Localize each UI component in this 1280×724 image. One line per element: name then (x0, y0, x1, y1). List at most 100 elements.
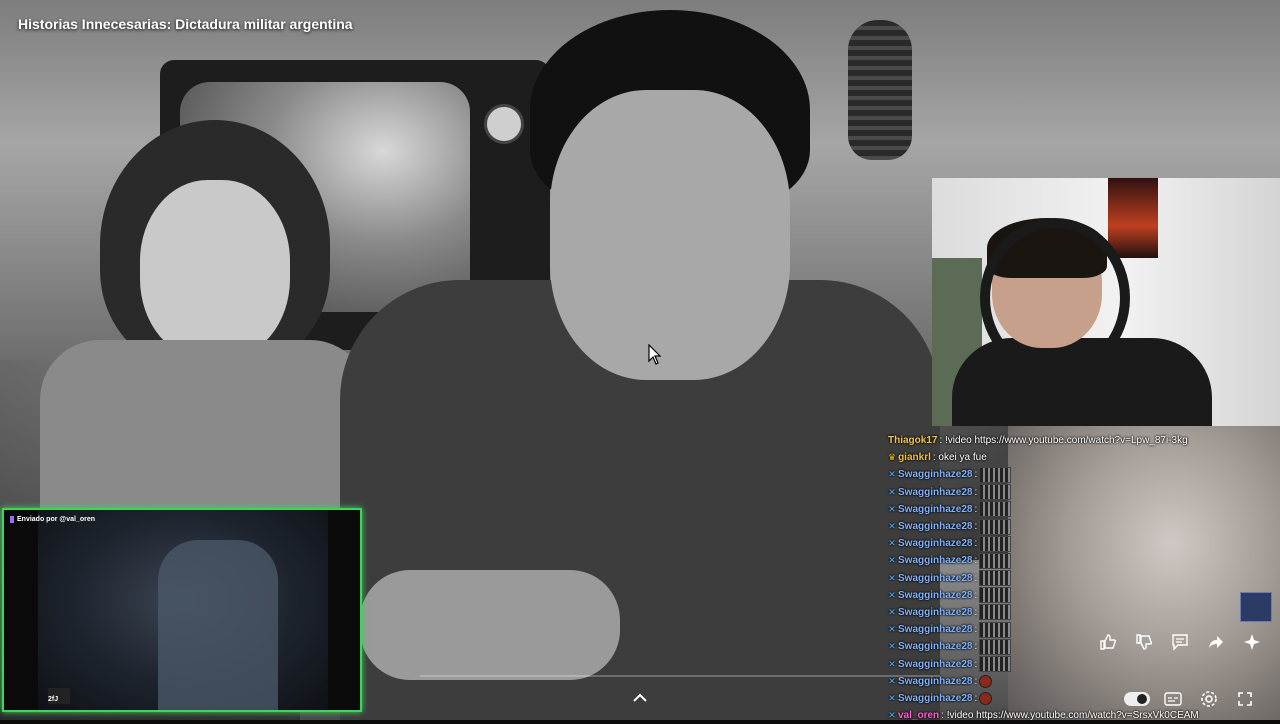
chat-username[interactable]: Swagginhaze28 (898, 518, 972, 535)
chat-text: : (974, 521, 978, 533)
sword-badge-icon: ✕ (888, 503, 896, 514)
side-badge (1240, 592, 1272, 622)
chat-text: : (974, 486, 978, 498)
chat-emote-icon (979, 587, 1012, 604)
chat-username[interactable]: Swagginhaze28 (898, 552, 972, 569)
chat-username[interactable]: Swagginhaze28 (898, 604, 972, 621)
clip-figure (158, 540, 278, 710)
chat-emote-icon (979, 674, 993, 688)
chat-text: : (974, 692, 978, 704)
chat-emote-icon (979, 691, 993, 705)
sword-badge-icon: ✕ (888, 658, 896, 669)
chat-username[interactable]: Swagginhaze28 (898, 656, 972, 673)
chat-username[interactable]: giankrl (898, 449, 931, 466)
clip-sender: Enviado por @val_oren (17, 516, 96, 523)
chevron-up-icon[interactable] (626, 686, 654, 710)
chat-username[interactable]: Swagginhaze28 (898, 621, 972, 638)
sword-badge-icon: ✕ (888, 692, 896, 703)
clip-header: Enviado por @val_oren (10, 516, 95, 523)
chat-message: ✕ Swagginhaze28: (888, 655, 1218, 673)
chat-username[interactable]: Swagginhaze28 (898, 535, 972, 552)
chat-username[interactable]: Swagginhaze28 (898, 638, 972, 655)
chat-message: Thiagok17: !video https://www.youtube.co… (888, 432, 1218, 449)
sword-badge-icon: ✕ (888, 521, 896, 532)
sword-badge-icon: ✕ (888, 641, 896, 652)
chat-emote-icon (979, 466, 1012, 483)
sword-badge-icon: ✕ (888, 486, 896, 497)
chat-overlay: Thiagok17: !video https://www.youtube.co… (888, 432, 1218, 724)
chat-username[interactable]: val_oren (898, 707, 939, 724)
chat-message: ✕ Swagginhaze28: (888, 552, 1218, 569)
chat-text: : (974, 572, 978, 584)
chat-text: : (974, 641, 978, 653)
chat-emote-icon (979, 604, 1012, 621)
sword-badge-icon: ✕ (888, 589, 896, 600)
clip-player[interactable]: Enviado por @val_oren 2fJ (2, 508, 362, 712)
clip-logo-text: 2fJ (48, 696, 59, 703)
chat-emote-icon (979, 638, 1012, 655)
clip-video (38, 510, 328, 710)
chat-text: : (974, 469, 978, 481)
girl-face (140, 180, 290, 360)
chat-username[interactable]: Swagginhaze28 (898, 570, 972, 587)
video-title: Historias Innecesarias: Dictadura milita… (18, 16, 353, 32)
chat-text: : (974, 538, 978, 550)
chat-text: : okei ya fue (932, 452, 987, 464)
chat-emote-icon (979, 656, 1012, 673)
chat-emote-icon (979, 518, 1012, 535)
sword-badge-icon: ✕ (888, 624, 896, 635)
man-face (550, 90, 790, 380)
captions-icon[interactable] (1160, 686, 1186, 712)
chat-text: : (974, 589, 978, 601)
chat-message: ✕ Swagginhaze28: (888, 466, 1218, 483)
chat-text: : (974, 503, 978, 515)
chat-text: : !video https://www.youtube.com/watch?v… (939, 435, 1188, 447)
autoplay-toggle[interactable] (1124, 686, 1150, 712)
chat-emote-icon (979, 501, 1012, 518)
chat-username[interactable]: Swagginhaze28 (898, 690, 972, 707)
chat-emote-icon (979, 484, 1012, 501)
chat-message: ♛ giankrl: okei ya fue (888, 449, 1218, 466)
sword-badge-icon: ✕ (888, 469, 896, 480)
chat-emote-icon (979, 621, 1012, 638)
thumbs-up-icon[interactable] (1096, 630, 1120, 654)
chat-text: : (974, 624, 978, 636)
chat-message: ✕ Swagginhaze28: (888, 604, 1218, 621)
chat-text: : (974, 555, 978, 567)
chat-message: ✕ Swagginhaze28: (888, 587, 1218, 604)
chat-emote-icon (979, 570, 1012, 587)
sparkle-icon[interactable] (1240, 630, 1264, 654)
chat-username[interactable]: Swagginhaze28 (898, 484, 972, 501)
chat-message: ✕ Swagginhaze28: (888, 518, 1218, 535)
crown-badge-icon: ♛ (888, 452, 897, 463)
fullscreen-icon[interactable] (1232, 686, 1258, 712)
headphones-icon (980, 218, 1130, 378)
webcam-feed (932, 178, 1280, 426)
thumbs-down-icon[interactable] (1132, 630, 1156, 654)
comment-icon[interactable] (1168, 630, 1192, 654)
chat-username[interactable]: Swagginhaze28 (898, 587, 972, 604)
chat-message: ✕ Swagginhaze28: (888, 535, 1218, 552)
share-icon[interactable] (1204, 630, 1228, 654)
chat-username[interactable]: Swagginhaze28 (898, 466, 972, 483)
chat-text: : (974, 658, 978, 670)
progress-bar[interactable] (420, 675, 940, 677)
chat-message: ✕ Swagginhaze28: (888, 484, 1218, 501)
settings-icon[interactable] (1196, 686, 1222, 712)
chat-username[interactable]: Swagginhaze28 (898, 501, 972, 518)
man-hand (360, 570, 620, 680)
action-bar (1096, 630, 1264, 654)
sword-badge-icon: ✕ (888, 572, 896, 583)
chat-text: : (974, 606, 978, 618)
sword-badge-icon: ✕ (888, 606, 896, 617)
chat-username[interactable]: Thiagok17 (888, 432, 937, 449)
man-figure (300, 10, 940, 720)
chat-text: : (974, 675, 978, 687)
sword-badge-icon: ✕ (888, 555, 896, 566)
chat-emote-icon (979, 535, 1012, 552)
clip-logo: 2fJ (48, 688, 70, 704)
chat-message: ✕ Swagginhaze28: (888, 570, 1218, 587)
sword-badge-icon: ✕ (888, 538, 896, 549)
chat-emote-icon (979, 552, 1012, 569)
chat-message: ✕ Swagginhaze28: (888, 501, 1218, 518)
